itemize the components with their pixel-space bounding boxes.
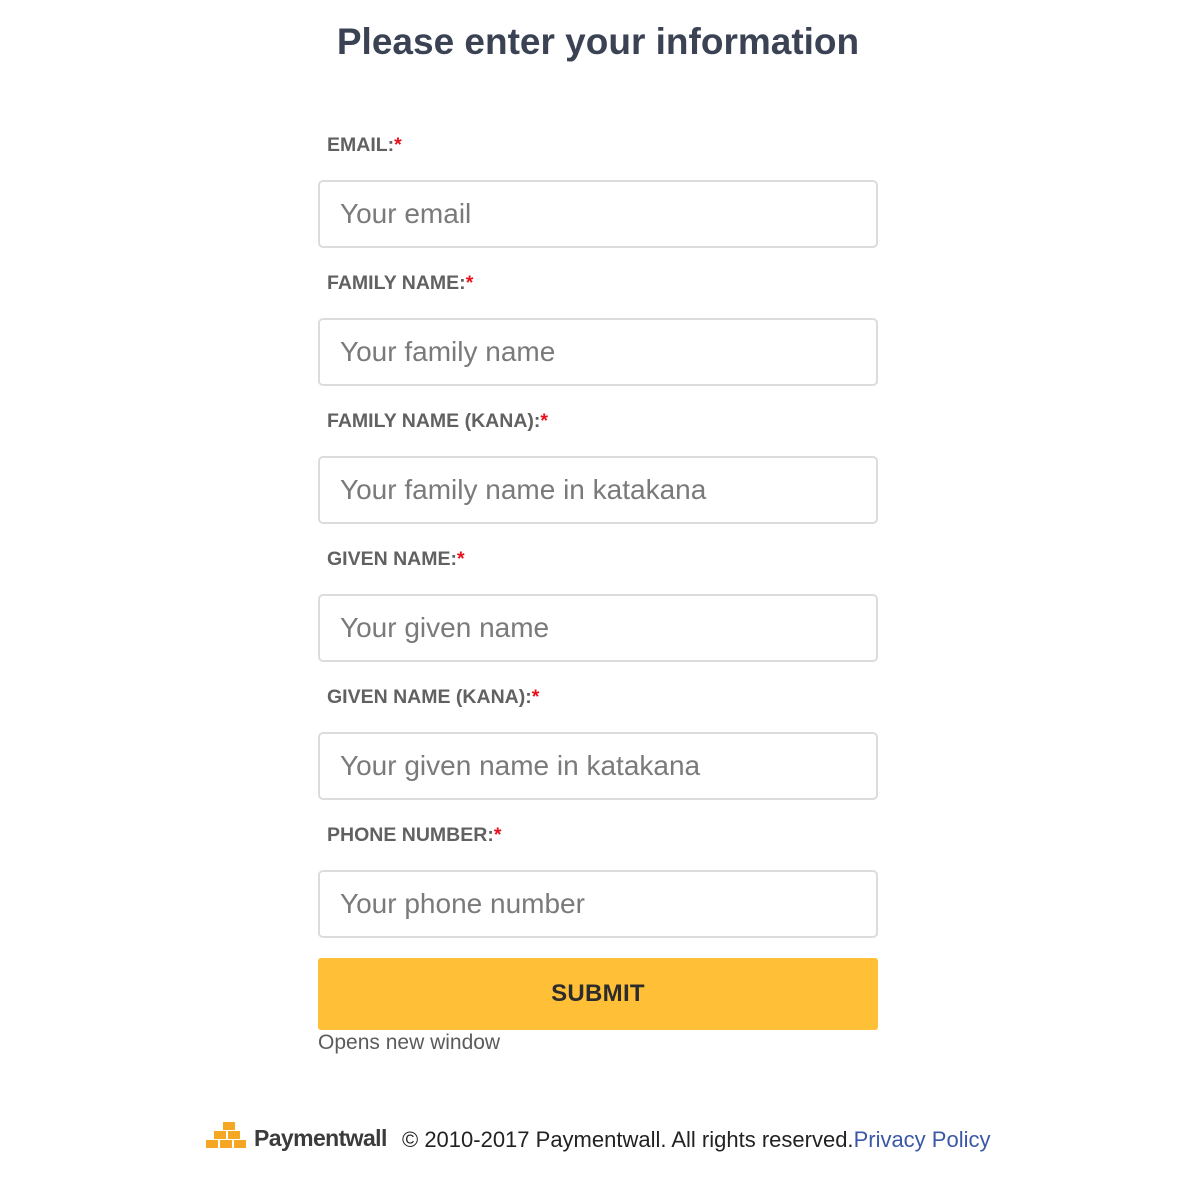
phone-number-input[interactable] (318, 870, 878, 938)
family-name-label: FAMILY NAME:* (327, 272, 474, 294)
email-label: EMAIL:* (327, 134, 402, 156)
required-mark: * (493, 824, 502, 846)
email-input[interactable] (318, 180, 878, 248)
given-name-kana-input[interactable] (318, 732, 878, 800)
required-mark: * (394, 134, 402, 156)
paymentwall-logo-icon (206, 1122, 246, 1148)
page-title: Please enter your information (336, 21, 860, 62)
required-mark: * (540, 410, 549, 432)
required-mark: * (457, 548, 465, 570)
required-mark: * (531, 686, 540, 708)
privacy-policy-link[interactable]: Privacy Policy (854, 1127, 991, 1152)
submit-button[interactable]: SUBMIT (318, 958, 878, 1030)
submit-hint: Opens new window (318, 1031, 501, 1054)
family-name-kana-label: FAMILY NAME (KANA):* (327, 410, 549, 432)
paymentwall-logo: Paymentwall (206, 1116, 387, 1156)
given-name-input[interactable] (318, 594, 878, 662)
footer: Paymentwall © 2010-2017 Paymentwall. All… (206, 1112, 1006, 1164)
given-name-label: GIVEN NAME:* (327, 548, 465, 570)
family-name-input[interactable] (318, 318, 878, 386)
given-name-kana-label: GIVEN NAME (KANA):* (327, 686, 540, 708)
logo-text: Paymentwall (254, 1125, 387, 1151)
copyright-text: © 2010-2017 Paymentwall. All rights rese… (402, 1127, 991, 1152)
phone-number-label: PHONE NUMBER:* (327, 824, 502, 846)
family-name-kana-input[interactable] (318, 456, 878, 524)
required-mark: * (465, 272, 474, 294)
